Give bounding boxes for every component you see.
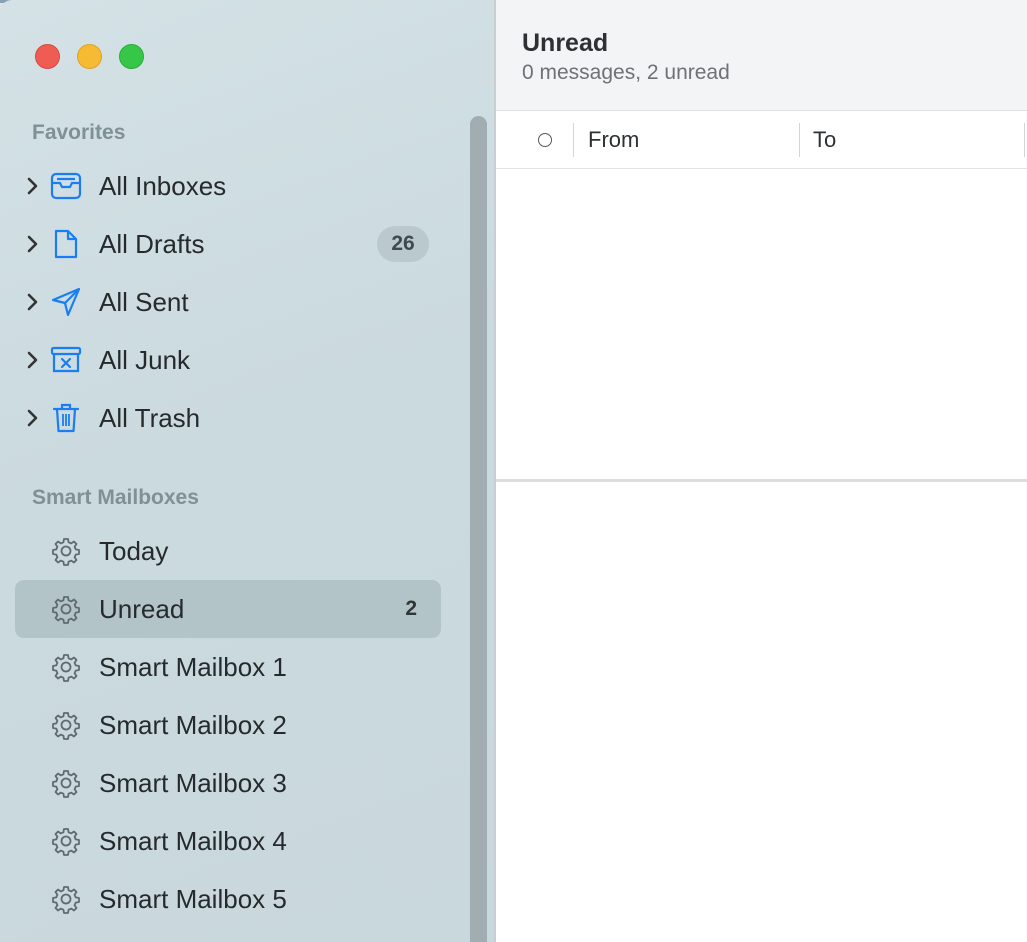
column-header-row: From To xyxy=(496,112,1027,169)
favorites-section-title: Favorites xyxy=(32,121,126,144)
message-preview xyxy=(496,482,1027,942)
mailbox-header: Unread 0 messages, 2 unread xyxy=(496,0,1027,111)
mailbox-title: Unread xyxy=(522,29,609,57)
sidebar-item-label: Smart Mailbox 5 xyxy=(99,883,287,914)
sidebar-item-label: Unread xyxy=(99,593,185,624)
gear-icon xyxy=(50,825,82,857)
chevron-right-icon[interactable] xyxy=(25,234,41,254)
gear-icon xyxy=(50,767,82,799)
inbox-tray-icon xyxy=(50,170,82,202)
sidebar-item-all-inboxes[interactable]: All Inboxes xyxy=(15,157,441,215)
traffic-lights xyxy=(35,44,144,69)
sidebar-item-smart-mailbox-2[interactable]: Smart Mailbox 2 xyxy=(15,696,441,754)
sidebar-item-today[interactable]: Today xyxy=(15,522,441,580)
message-pane: Unread 0 messages, 2 unread From To xyxy=(496,0,1027,942)
sidebar-scrollbar[interactable] xyxy=(470,116,487,942)
column-header-to[interactable]: To xyxy=(813,127,836,153)
unread-status-column-icon[interactable] xyxy=(538,133,552,147)
gear-icon xyxy=(50,709,82,741)
sidebar-item-label: Smart Mailbox 2 xyxy=(99,709,287,740)
gear-icon xyxy=(50,535,82,567)
column-header-from[interactable]: From xyxy=(588,127,639,153)
trash-icon xyxy=(50,402,82,434)
gear-icon xyxy=(50,883,82,915)
sidebar-item-all-sent[interactable]: All Sent xyxy=(15,273,441,331)
gear-icon xyxy=(50,651,82,683)
sidebar-item-unread[interactable]: Unread 2 xyxy=(15,580,441,638)
sidebar-item-smart-mailbox-3[interactable]: Smart Mailbox 3 xyxy=(15,754,441,812)
sidebar-item-label: Smart Mailbox 1 xyxy=(99,651,287,682)
sidebar-item-label: All Inboxes xyxy=(99,170,227,201)
sidebar-item-all-junk[interactable]: All Junk xyxy=(15,331,441,389)
mailbox-subtitle: 0 messages, 2 unread xyxy=(522,61,730,84)
maximize-window-button[interactable] xyxy=(119,44,144,69)
sidebar-item-smart-mailbox-4[interactable]: Smart Mailbox 4 xyxy=(15,812,441,870)
sidebar-item-smart-mailbox-1[interactable]: Smart Mailbox 1 xyxy=(15,638,441,696)
sidebar-item-label: All Trash xyxy=(99,402,201,433)
chevron-right-icon[interactable] xyxy=(25,292,41,312)
column-separator[interactable] xyxy=(1024,123,1025,157)
sidebar-item-all-drafts[interactable]: All Drafts 26 xyxy=(15,215,441,273)
sidebar-item-smart-mailbox-5[interactable]: Smart Mailbox 5 xyxy=(15,870,441,928)
unread-count: 2 xyxy=(405,597,417,620)
sidebar-item-label: All Junk xyxy=(99,344,191,375)
sidebar-item-label: Today xyxy=(99,535,169,566)
sidebar-item-label: All Sent xyxy=(99,286,189,317)
column-separator[interactable] xyxy=(573,123,574,157)
chevron-right-icon[interactable] xyxy=(25,350,41,370)
smart-mailboxes-section-title: Smart Mailboxes xyxy=(32,486,199,509)
chevron-right-icon[interactable] xyxy=(25,408,41,428)
document-icon xyxy=(50,228,82,260)
junk-box-icon xyxy=(50,344,82,376)
mail-window: Favorites All Inboxes All Drafts 26 All … xyxy=(0,0,1027,942)
sidebar: Favorites All Inboxes All Drafts 26 All … xyxy=(0,0,496,942)
sidebar-item-all-trash[interactable]: All Trash xyxy=(15,389,441,447)
sidebar-item-label: Smart Mailbox 3 xyxy=(99,767,287,798)
sidebar-item-label: All Drafts xyxy=(99,228,205,259)
gear-icon xyxy=(50,593,82,625)
chevron-right-icon[interactable] xyxy=(25,176,41,196)
sidebar-item-label: Smart Mailbox 4 xyxy=(99,825,287,856)
close-window-button[interactable] xyxy=(35,44,60,69)
minimize-window-button[interactable] xyxy=(77,44,102,69)
column-separator[interactable] xyxy=(799,123,800,157)
message-list[interactable] xyxy=(496,170,1027,479)
draft-count-badge: 26 xyxy=(377,226,429,262)
paper-plane-icon xyxy=(50,286,82,318)
